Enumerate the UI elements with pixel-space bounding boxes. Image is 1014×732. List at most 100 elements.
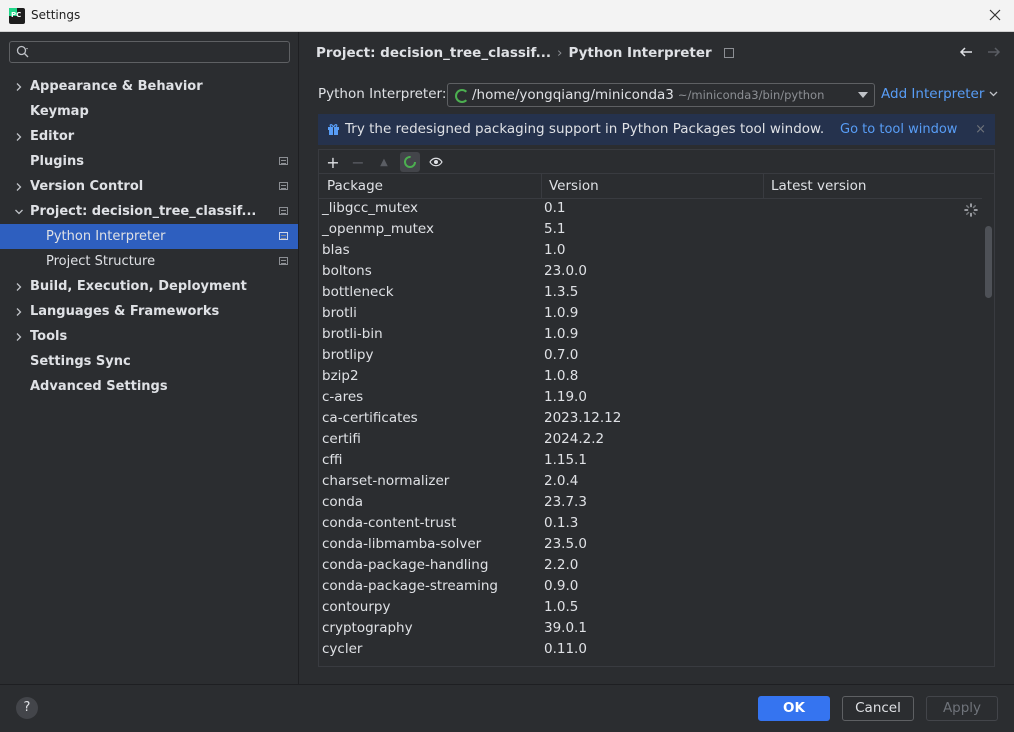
package-version: 5.1 — [544, 221, 566, 237]
window-close-icon[interactable] — [986, 6, 1004, 24]
table-row[interactable]: bottleneck 1.3.5 — [319, 282, 984, 303]
help-button[interactable]: ? — [16, 697, 38, 719]
python-interpreter-select[interactable]: /home/yongqiang/miniconda3 ~/miniconda3/b… — [447, 83, 875, 107]
sidebar-item-12[interactable]: Advanced Settings — [0, 374, 298, 399]
show-early-releases-button[interactable] — [426, 152, 446, 172]
add-interpreter-link[interactable]: Add Interpreter — [881, 86, 998, 102]
sidebar-item-8[interactable]: Build, Execution, Deployment — [0, 274, 298, 299]
banner-text: Try the redesigned packaging support in … — [345, 121, 825, 137]
go-to-tool-window-link[interactable]: Go to tool window — [840, 122, 957, 137]
sidebar-item-2[interactable]: Editor — [0, 124, 298, 149]
table-row[interactable]: _openmp_mutex 5.1 — [319, 219, 984, 240]
settings-main-panel: Project: decision_tree_classif... › Python… — [300, 32, 1014, 684]
banner-close-icon[interactable]: × — [975, 122, 986, 137]
sidebar-item-7[interactable]: Project Structure — [0, 249, 298, 274]
package-name: _openmp_mutex — [322, 221, 434, 237]
sidebar-item-3[interactable]: Plugins — [0, 149, 298, 174]
window-title: Settings — [31, 8, 81, 22]
package-version: 39.0.1 — [544, 620, 587, 636]
table-row[interactable]: blas 1.0 — [319, 240, 984, 261]
package-version: 2023.12.12 — [544, 410, 622, 426]
table-row[interactable]: conda-package-handling 2.2.0 — [319, 555, 984, 576]
table-row[interactable]: cffi 1.15.1 — [319, 450, 984, 471]
search-icon — [16, 45, 29, 58]
upgrade-package-button[interactable]: ▲ — [374, 152, 394, 172]
sidebar-item-6[interactable]: Python Interpreter — [0, 224, 298, 249]
package-version: 1.0.9 — [544, 326, 579, 342]
package-version: 23.7.3 — [544, 494, 587, 510]
window-titlebar: Settings — [0, 0, 1014, 32]
column-header-version[interactable]: Version — [549, 178, 599, 194]
table-row[interactable]: ca-certificates 2023.12.12 — [319, 408, 984, 429]
python-interpreter-label: Python Interpreter: — [318, 86, 447, 102]
table-row[interactable]: conda-package-streaming 0.9.0 — [319, 576, 984, 597]
package-name: conda — [322, 494, 364, 510]
table-row[interactable]: brotli-bin 1.0.9 — [319, 324, 984, 345]
loading-spinner-icon — [455, 89, 469, 103]
table-header: Package Version Latest version — [319, 174, 984, 199]
table-row[interactable]: brotli 1.0.9 — [319, 303, 984, 324]
pycharm-logo-icon — [9, 8, 25, 24]
refresh-button[interactable] — [400, 152, 420, 172]
settings-sidebar: Appearance & Behavior Keymap Editor Plugins… — [0, 32, 299, 684]
package-version: 0.1 — [544, 200, 566, 216]
table-scrollbar[interactable] — [982, 198, 994, 666]
remove-package-button[interactable]: − — [348, 152, 368, 172]
chevron-right-icon[interactable] — [14, 299, 24, 324]
scrollbar-thumb[interactable] — [985, 226, 992, 298]
cancel-button[interactable]: Cancel — [842, 696, 914, 721]
table-row[interactable]: cryptography 39.0.1 — [319, 618, 984, 639]
sidebar-item-0[interactable]: Appearance & Behavior — [0, 74, 298, 99]
package-name: conda-package-handling — [322, 557, 489, 573]
package-version: 1.19.0 — [544, 389, 587, 405]
sidebar-item-10[interactable]: Tools — [0, 324, 298, 349]
package-version: 0.7.0 — [544, 347, 579, 363]
table-row[interactable]: charset-normalizer 2.0.4 — [319, 471, 984, 492]
package-version: 0.1.3 — [544, 515, 579, 531]
settings-search-input[interactable] — [9, 41, 290, 63]
chevron-down-icon — [989, 91, 998, 97]
table-row[interactable]: contourpy 1.0.5 — [319, 597, 984, 618]
column-header-latest-version[interactable]: Latest version — [771, 178, 866, 194]
interpreter-path-sub: ~/miniconda3/bin/python — [677, 88, 825, 102]
chevron-right-icon[interactable] — [14, 324, 24, 349]
chevron-down-icon[interactable] — [14, 199, 24, 224]
chevron-right-icon[interactable] — [14, 174, 24, 199]
add-interpreter-label: Add Interpreter — [881, 86, 985, 102]
table-row[interactable]: conda 23.7.3 — [319, 492, 984, 513]
package-version: 2024.2.2 — [544, 431, 605, 447]
chevron-right-icon[interactable] — [14, 274, 24, 299]
package-version: 2.2.0 — [544, 557, 579, 573]
table-row[interactable]: bzip2 1.0.8 — [319, 366, 984, 387]
breadcrumb-project[interactable]: Project: decision_tree_classif... — [316, 45, 551, 61]
package-name: c-ares — [322, 389, 364, 405]
apply-button[interactable]: Apply — [926, 696, 998, 721]
table-row[interactable]: boltons 23.0.0 — [319, 261, 984, 282]
table-row[interactable]: certifi 2024.2.2 — [319, 429, 984, 450]
sidebar-item-label: Settings Sync — [30, 354, 131, 369]
table-row[interactable]: conda-libmamba-solver 23.5.0 — [319, 534, 984, 555]
package-name: conda-package-streaming — [322, 578, 499, 594]
sidebar-item-5[interactable]: Project: decision_tree_classif... — [0, 199, 298, 224]
sidebar-item-11[interactable]: Settings Sync — [0, 349, 298, 374]
chevron-right-icon[interactable] — [14, 74, 24, 99]
history-navigation — [958, 44, 1002, 60]
table-row[interactable]: cycler 0.11.0 — [319, 639, 984, 660]
eye-icon — [429, 157, 443, 167]
table-row[interactable]: brotlipy 0.7.0 — [319, 345, 984, 366]
column-header-package[interactable]: Package — [327, 178, 383, 194]
sidebar-item-1[interactable]: Keymap — [0, 99, 298, 124]
forward-arrow-icon[interactable] — [986, 44, 1002, 60]
sidebar-item-9[interactable]: Languages & Frameworks — [0, 299, 298, 324]
ok-button[interactable]: OK — [758, 696, 830, 721]
back-arrow-icon[interactable] — [958, 44, 974, 60]
sidebar-item-label: Appearance & Behavior — [30, 79, 203, 94]
table-row[interactable]: _libgcc_mutex 0.1 — [319, 198, 984, 219]
chevron-right-icon[interactable] — [14, 124, 24, 149]
sidebar-item-4[interactable]: Version Control — [0, 174, 298, 199]
chevron-down-icon — [858, 92, 868, 98]
table-row[interactable]: conda-content-trust 0.1.3 — [319, 513, 984, 534]
add-package-button[interactable]: + — [323, 152, 343, 172]
table-row[interactable]: c-ares 1.19.0 — [319, 387, 984, 408]
package-name: _libgcc_mutex — [322, 200, 419, 216]
